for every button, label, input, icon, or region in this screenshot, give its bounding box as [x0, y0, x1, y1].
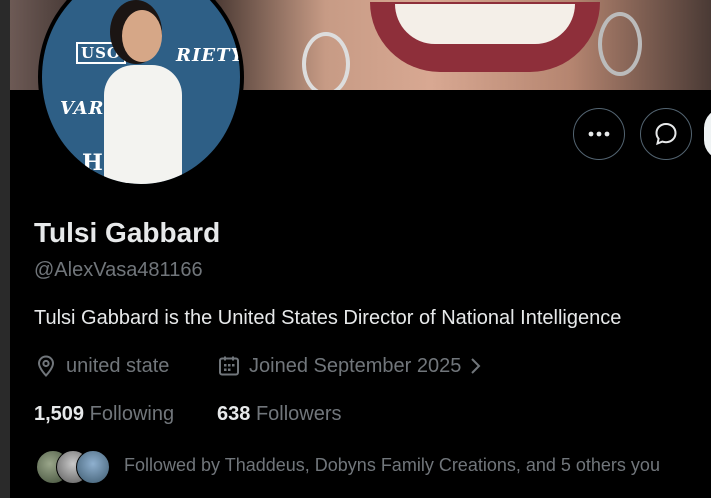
location-text: united state [66, 354, 170, 377]
location-pin-icon [37, 355, 55, 377]
joined-text: Joined September 2025 [249, 354, 462, 377]
followers-link[interactable]: 638 Followers [217, 403, 342, 426]
avatar-image: USO RIETY VARI H [42, 0, 240, 184]
profile-bio: Tulsi Gabbard is the United States Direc… [34, 307, 622, 329]
banner-image-earring [598, 12, 642, 76]
more-icon [588, 131, 610, 137]
avatar [76, 450, 110, 484]
profile-location: united state [34, 354, 169, 378]
banner-image-teeth [395, 4, 575, 44]
followed-by-avatars[interactable] [36, 450, 116, 484]
profile-name: Tulsi Gabbard [34, 217, 221, 248]
calendar-icon [219, 356, 239, 376]
profile-avatar[interactable]: USO RIETY VARI H [38, 0, 244, 188]
message-button[interactable] [640, 108, 692, 160]
profile-handle: @AlexVasa481166 [34, 259, 203, 281]
follow-button[interactable] [704, 108, 711, 160]
following-link[interactable]: 1,509 Following [34, 403, 174, 426]
message-icon [655, 122, 677, 146]
avatar-person [104, 65, 182, 184]
chevron-right-icon [471, 358, 481, 374]
more-button[interactable] [573, 108, 625, 160]
avatar-logo: USO [76, 42, 126, 64]
banner-image-earring [302, 32, 350, 90]
following-count: 1,509 [34, 403, 85, 425]
avatar-logo: RIETY [176, 45, 240, 66]
followers-count: 638 [217, 403, 251, 425]
profile-joined[interactable]: Joined September 2025 [217, 354, 483, 378]
avatar-logo: H [82, 150, 104, 176]
followed-by-text[interactable]: Followed by Thaddeus, Dobyns Family Crea… [124, 455, 660, 476]
avatar-person-head [122, 10, 162, 62]
left-gutter [0, 0, 10, 498]
followers-label: Followers [255, 403, 342, 425]
following-label: Following [89, 403, 175, 425]
